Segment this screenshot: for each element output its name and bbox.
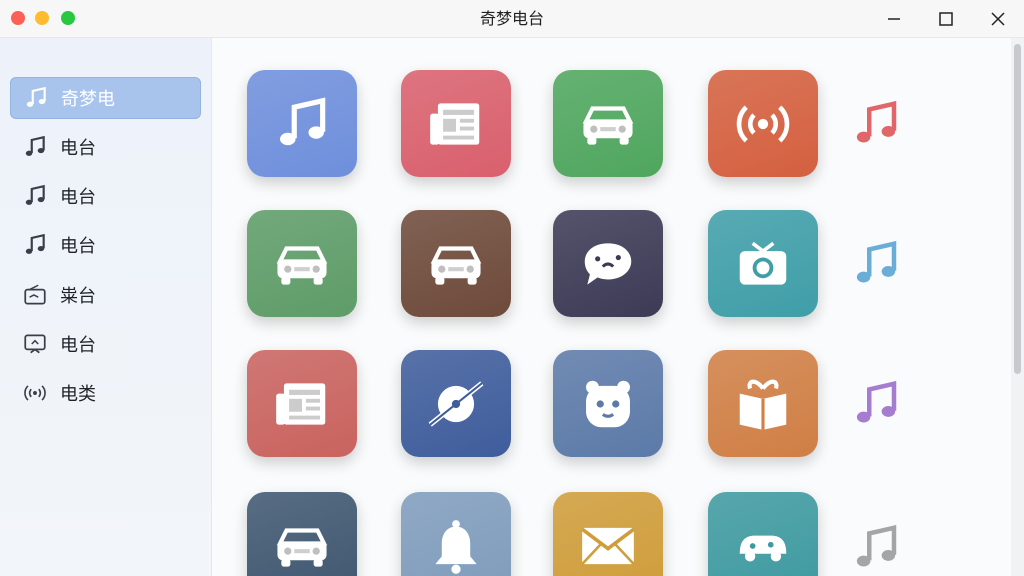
newspaper-icon [271, 373, 333, 435]
music-note-icon [22, 134, 48, 160]
app-tile-chat-bubble[interactable] [553, 210, 663, 317]
sidebar-item-label: 电台 [60, 138, 96, 159]
car-icon [425, 233, 487, 295]
car-icon [271, 233, 333, 295]
music-note-icon [23, 85, 49, 111]
sidebar-item-2[interactable]: 电台 [10, 126, 201, 168]
radio-device-icon [22, 282, 48, 308]
title-bar: 奇梦电台 [0, 0, 1024, 38]
app-tile-car[interactable] [401, 210, 511, 317]
sidebar-item-label: 电台 [60, 335, 96, 356]
app-tile-vehicle[interactable] [708, 492, 818, 576]
envelope-icon [577, 515, 639, 576]
sidebar-item-6[interactable]: 电台 [10, 323, 201, 365]
chat-bubble-icon [577, 233, 639, 295]
sidebar-item-1[interactable]: 奇梦电 [10, 77, 201, 119]
sidebar-item-label: 电台 [60, 187, 96, 208]
music-note-icon [22, 232, 48, 258]
sidebar-item-4[interactable]: 电台 [10, 224, 201, 266]
sidebar-item-7[interactable]: 电类 [10, 372, 201, 414]
camera-icon [732, 233, 794, 295]
app-window: 奇梦电台 奇梦电 电台 电台 电台 粜台 电台 电类 [0, 0, 1024, 576]
planet-icon [425, 373, 487, 435]
sidebar-item-label: 电类 [60, 384, 96, 405]
app-tile-bell[interactable] [401, 492, 511, 576]
app-tile-car[interactable] [247, 492, 357, 576]
broadcast-waves-icon [22, 380, 48, 406]
app-tile-planet[interactable] [401, 350, 511, 457]
sidebar-item-label: 粜台 [60, 286, 96, 307]
sidebar: 奇梦电 电台 电台 电台 粜台 电台 电类 [0, 38, 212, 576]
cast-screen-icon [22, 331, 48, 357]
icon-grid [213, 38, 1011, 576]
gift-book-icon [732, 373, 794, 435]
music-note-icon [22, 183, 48, 209]
broadcast-icon [732, 93, 794, 155]
music-note-icon[interactable] [849, 518, 903, 576]
close-icon [991, 12, 1005, 26]
app-tile-panda-face[interactable] [553, 350, 663, 457]
maximize-icon [939, 12, 953, 26]
scrollbar[interactable] [1011, 38, 1024, 576]
newspaper-icon [425, 93, 487, 155]
close-button[interactable] [984, 5, 1012, 33]
music-note-icon[interactable] [849, 234, 903, 294]
car-icon [577, 93, 639, 155]
minimize-icon [888, 18, 900, 20]
music-note-icon[interactable] [849, 374, 903, 434]
music-note-icon [271, 93, 333, 155]
app-tile-music-note[interactable] [247, 70, 357, 177]
app-tile-car[interactable] [553, 70, 663, 177]
sidebar-item-5[interactable]: 粜台 [10, 274, 201, 316]
car-icon [271, 515, 333, 576]
sidebar-item-label: 奇梦电 [61, 89, 115, 110]
app-tile-broadcast[interactable] [708, 70, 818, 177]
app-tile-gift-book[interactable] [708, 350, 818, 457]
vehicle-icon [732, 515, 794, 576]
panda-face-icon [577, 373, 639, 435]
app-tile-car[interactable] [247, 210, 357, 317]
app-tile-envelope[interactable] [553, 492, 663, 576]
window-title: 奇梦电台 [479, 9, 544, 28]
app-tile-newspaper[interactable] [247, 350, 357, 457]
app-tile-newspaper[interactable] [401, 70, 511, 177]
sidebar-item-label: 电台 [60, 236, 96, 257]
app-tile-camera[interactable] [708, 210, 818, 317]
scrollbar-thumb[interactable] [1014, 44, 1021, 374]
music-note-icon[interactable] [849, 94, 903, 154]
maximize-button[interactable] [932, 5, 960, 33]
sidebar-item-3[interactable]: 电台 [10, 175, 201, 217]
minimize-button[interactable] [880, 5, 908, 33]
bell-icon [425, 515, 487, 576]
